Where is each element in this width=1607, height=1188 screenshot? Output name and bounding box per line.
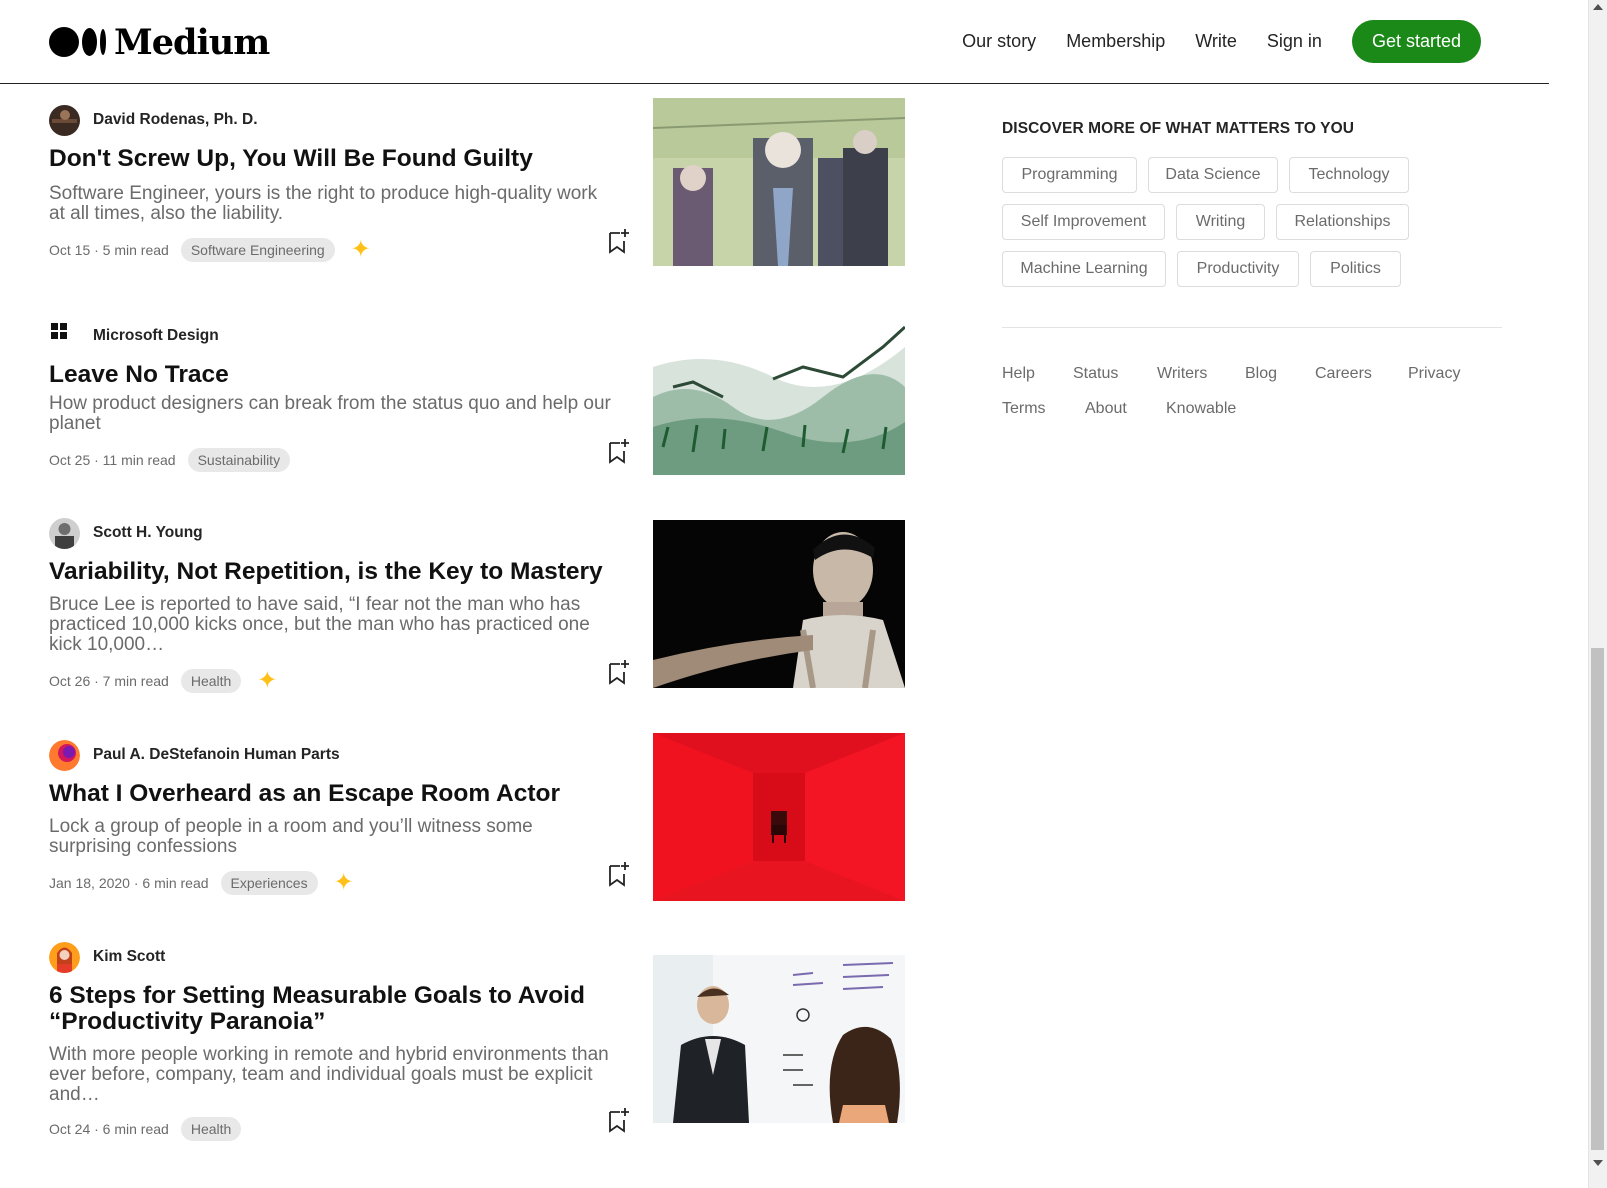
footer-link-writers[interactable]: Writers xyxy=(1157,365,1207,383)
author-avatar[interactable] xyxy=(49,941,80,973)
footer-link-terms[interactable]: Terms xyxy=(1002,400,1046,418)
publication-avatar[interactable] xyxy=(49,739,80,771)
topic-chip-machine-learning[interactable]: Machine Learning xyxy=(1002,251,1166,287)
topic-tag[interactable]: Sustainability xyxy=(187,448,291,472)
logo-wordmark: Medium xyxy=(114,21,270,63)
article-meta: Oct 26 · 7 min read Health ✦ xyxy=(49,669,277,693)
scroll-down-arrow-icon[interactable] xyxy=(1593,1160,1603,1166)
nav-our-story-link[interactable]: Our story xyxy=(962,31,1036,52)
scrollbar-thumb[interactable] xyxy=(1591,648,1604,1150)
article-meta: Jan 18, 2020 · 6 min read Experiences ✦ xyxy=(49,871,354,895)
topic-chip-relationships[interactable]: Relationships xyxy=(1276,204,1409,240)
topic-tag[interactable]: Health xyxy=(180,1117,242,1141)
article-thumbnail[interactable] xyxy=(653,733,905,901)
top-navigation-bar: Medium Our story Membership Write Sign i… xyxy=(0,0,1549,84)
footer-link-blog[interactable]: Blog xyxy=(1245,365,1277,383)
nav-write-link[interactable]: Write xyxy=(1195,31,1237,52)
article-title[interactable]: Don't Screw Up, You Will Be Found Guilty xyxy=(49,146,619,172)
member-star-icon: ✦ xyxy=(350,236,371,263)
medium-logo-mark-icon xyxy=(49,27,106,57)
article-card[interactable]: David Rodenas, Ph. D. Don't Screw Up, Yo… xyxy=(49,98,909,294)
article-title[interactable]: 6 Steps for Setting Measurable Goals to … xyxy=(49,983,619,1035)
topic-chip-writing[interactable]: Writing xyxy=(1176,204,1265,240)
page-scrollbar[interactable] xyxy=(1588,0,1607,1188)
nav-sign-in-link[interactable]: Sign in xyxy=(1267,31,1322,52)
article-thumbnail[interactable] xyxy=(653,955,905,1123)
author-avatar[interactable] xyxy=(49,517,80,549)
article-thumbnail[interactable] xyxy=(653,307,905,475)
article-title[interactable]: Variability, Not Repetition, is the Key … xyxy=(49,559,619,585)
article-date-readtime: Jan 18, 2020 · 6 min read xyxy=(49,875,209,891)
footer-link-about[interactable]: About xyxy=(1085,400,1127,418)
medium-logo[interactable]: Medium xyxy=(49,21,270,63)
article-subtitle[interactable]: Bruce Lee is reported to have said, “I f… xyxy=(49,595,614,655)
member-star-icon: ✦ xyxy=(257,667,278,694)
article-meta: Oct 24 · 6 min read Health xyxy=(49,1117,242,1141)
article-date-readtime: Oct 15 · 5 min read xyxy=(49,242,169,258)
topic-chip-technology[interactable]: Technology xyxy=(1289,157,1409,193)
article-card[interactable]: Kim Scott 6 Steps for Setting Measurable… xyxy=(49,941,909,1141)
article-title[interactable]: Leave No Trace xyxy=(49,362,619,388)
scroll-up-arrow-icon[interactable] xyxy=(1593,4,1603,10)
article-meta: Oct 25 · 11 min read Sustainability xyxy=(49,448,291,472)
article-subtitle[interactable]: How product designers can break from the… xyxy=(49,394,614,434)
footer-link-knowable[interactable]: Knowable xyxy=(1166,400,1236,418)
author-name[interactable]: David Rodenas, Ph. D. xyxy=(93,111,258,129)
bookmark-add-icon[interactable] xyxy=(608,1107,630,1133)
article-card[interactable]: Microsoft Design Leave No Trace How prod… xyxy=(49,307,909,510)
get-started-button[interactable]: Get started xyxy=(1351,20,1481,63)
footer-link-help[interactable]: Help xyxy=(1002,365,1035,383)
article-card[interactable]: Paul A. DeStefanoin Human Parts What I O… xyxy=(49,733,909,929)
author-name[interactable]: Paul A. DeStefanoin Human Parts xyxy=(93,746,340,764)
author-name[interactable]: Kim Scott xyxy=(93,948,165,966)
header-nav: Our story Membership Write Sign in Get s… xyxy=(962,20,1481,63)
article-title[interactable]: What I Overheard as an Escape Room Actor xyxy=(49,781,619,807)
article-date-readtime: Oct 25 · 11 min read xyxy=(49,452,176,468)
topic-chip-politics[interactable]: Politics xyxy=(1310,251,1401,287)
nav-membership-link[interactable]: Membership xyxy=(1066,31,1165,52)
author-row: Kim Scott xyxy=(49,941,165,973)
topic-tag[interactable]: Health xyxy=(180,669,242,693)
footer-link-status[interactable]: Status xyxy=(1073,365,1118,383)
article-thumbnail[interactable] xyxy=(653,98,905,266)
author-row: Scott H. Young xyxy=(49,517,203,549)
topic-tag[interactable]: Software Engineering xyxy=(180,238,335,262)
article-card[interactable]: Scott H. Young Variability, Not Repetiti… xyxy=(49,517,909,707)
member-star-icon: ✦ xyxy=(333,869,354,896)
topic-chip-programming[interactable]: Programming xyxy=(1002,157,1137,193)
author-row: Paul A. DeStefanoin Human Parts xyxy=(49,739,340,771)
footer-link-careers[interactable]: Careers xyxy=(1315,365,1372,383)
discover-heading: DISCOVER MORE OF WHAT MATTERS TO YOU xyxy=(1002,120,1355,137)
microsoft-logo-icon[interactable] xyxy=(49,321,69,341)
bookmark-add-icon[interactable] xyxy=(608,861,630,887)
topic-chip-self-improvement[interactable]: Self Improvement xyxy=(1002,204,1165,240)
footer-link-privacy[interactable]: Privacy xyxy=(1408,365,1460,383)
author-row: Microsoft Design xyxy=(49,320,219,352)
author-name[interactable]: Microsoft Design xyxy=(93,327,219,345)
topic-chip-productivity[interactable]: Productivity xyxy=(1177,251,1299,287)
author-avatar[interactable] xyxy=(49,104,80,136)
article-subtitle[interactable]: Lock a group of people in a room and you… xyxy=(49,817,614,857)
topic-chip-data-science[interactable]: Data Science xyxy=(1148,157,1278,193)
author-row: David Rodenas, Ph. D. xyxy=(49,104,258,136)
article-date-readtime: Oct 26 · 7 min read xyxy=(49,673,169,689)
article-date-readtime: Oct 24 · 6 min read xyxy=(49,1121,169,1137)
author-name[interactable]: Scott H. Young xyxy=(93,524,203,542)
article-meta: Oct 15 · 5 min read Software Engineering… xyxy=(49,238,371,262)
topic-tag[interactable]: Experiences xyxy=(220,871,318,895)
bookmark-add-icon[interactable] xyxy=(608,438,630,464)
article-subtitle[interactable]: With more people working in remote and h… xyxy=(49,1045,614,1105)
bookmark-add-icon[interactable] xyxy=(608,228,630,254)
sidebar-divider xyxy=(1002,327,1502,328)
bookmark-add-icon[interactable] xyxy=(608,659,630,685)
article-thumbnail[interactable] xyxy=(653,520,905,688)
article-subtitle[interactable]: Software Engineer, yours is the right to… xyxy=(49,184,614,224)
